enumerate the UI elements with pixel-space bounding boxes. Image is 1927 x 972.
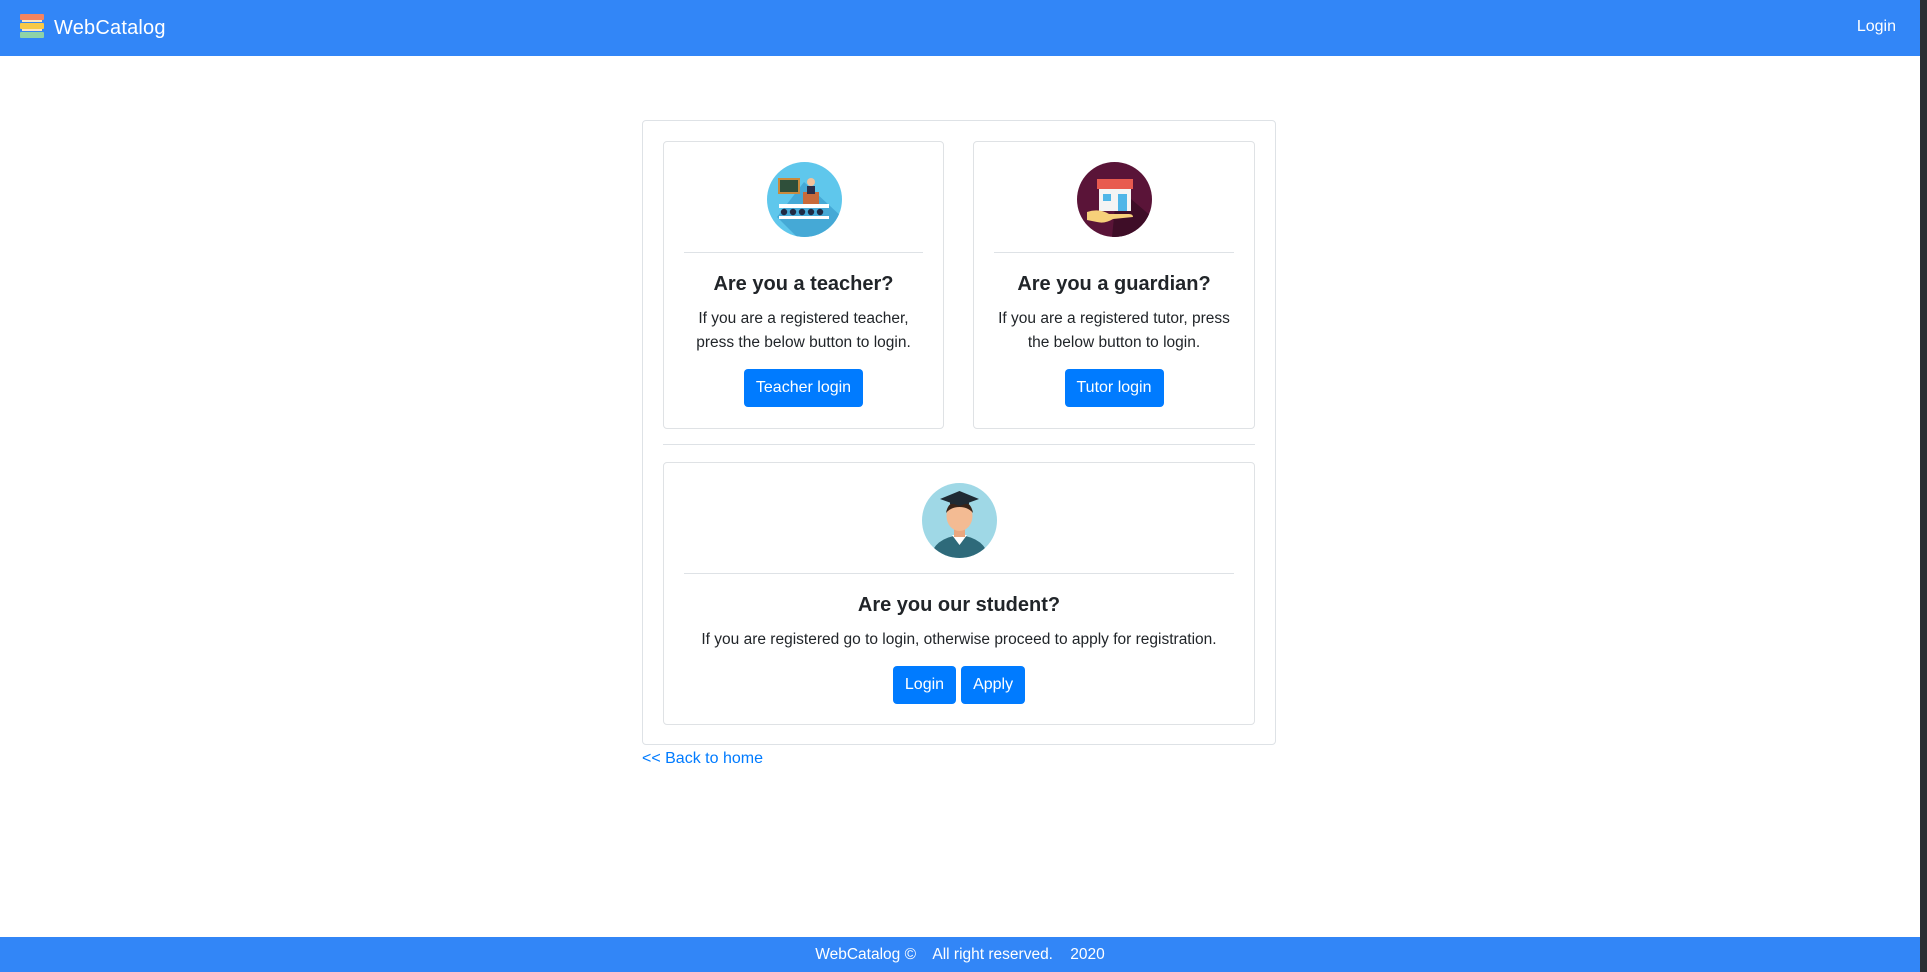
- card-separator: [684, 573, 1234, 574]
- tutor-login-button[interactable]: Tutor login: [1064, 369, 1164, 407]
- footer-rights: All right reserved.: [932, 946, 1053, 963]
- teacher-card: Are you a teacher? If you are a register…: [663, 141, 944, 429]
- student-apply-button[interactable]: Apply: [961, 666, 1026, 704]
- student-login-button[interactable]: Login: [892, 666, 957, 704]
- student-card-text: If you are registered go to login, other…: [701, 631, 1217, 648]
- navbar: WebCatalog Login: [0, 0, 1920, 56]
- card-separator: [684, 252, 923, 253]
- brand-name: WebCatalog: [54, 16, 166, 39]
- home-in-hand-icon: [1077, 162, 1152, 237]
- back-to-home-link[interactable]: << Back to home: [642, 750, 763, 768]
- card-separator: [994, 252, 1234, 253]
- nav-login-link[interactable]: Login: [1857, 18, 1896, 36]
- books-logo-icon: [18, 12, 46, 45]
- page: WebCatalog Login Are you a teacher? If y…: [0, 0, 1920, 972]
- teacher-card-text: If you are a registered teacher, press t…: [696, 310, 911, 351]
- student-card-title: Are you our student?: [857, 594, 1061, 616]
- window-edge: [1920, 0, 1927, 972]
- teacher-card-title: Are you a teacher?: [713, 273, 894, 295]
- teacher-button-row: Teacher login: [664, 369, 943, 407]
- teacher-login-button[interactable]: Teacher login: [743, 369, 864, 407]
- guardian-button-row: Tutor login: [974, 369, 1254, 407]
- student-button-row: Login Apply: [664, 666, 1254, 704]
- graduate-student-icon: [922, 483, 997, 558]
- guardian-card-text: If you are a registered tutor, press the…: [998, 310, 1230, 351]
- teacher-classroom-icon: [766, 162, 842, 237]
- login-options-panel: Are you a teacher? If you are a register…: [642, 120, 1276, 745]
- brand-link[interactable]: WebCatalog: [18, 12, 166, 45]
- footer: WebCatalog © All right reserved. 2020: [0, 937, 1920, 972]
- guardian-card: Are you a guardian? If you are a registe…: [973, 141, 1255, 429]
- section-divider: [663, 444, 1255, 445]
- footer-brand: WebCatalog ©: [815, 946, 917, 963]
- student-card: Are you our student? If you are register…: [663, 462, 1255, 725]
- guardian-card-title: Are you a guardian?: [1017, 273, 1211, 295]
- footer-year: 2020: [1070, 946, 1105, 963]
